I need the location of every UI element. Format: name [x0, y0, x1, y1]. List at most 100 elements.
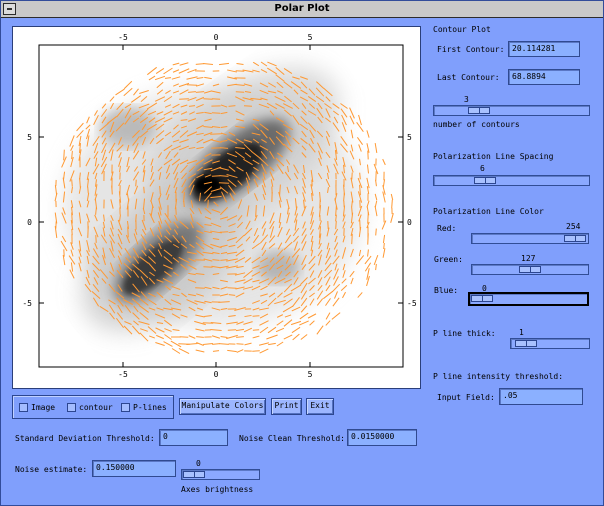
polarization-vector — [69, 135, 75, 147]
intensity-threshold-header: P line intensity threshold: — [433, 372, 564, 381]
first-contour-field[interactable]: 20.114281 — [508, 41, 580, 57]
intensity-threshold-input[interactable]: .05 — [499, 388, 583, 405]
red-slider[interactable] — [471, 233, 589, 244]
polarization-vector — [87, 186, 89, 194]
polarization-vector — [63, 149, 65, 161]
line-spacing-header: Polarization Line Spacing — [433, 152, 554, 161]
line-thick-slider[interactable] — [510, 338, 590, 349]
polarization-vector — [204, 76, 212, 80]
y-tick-label-left: 5 — [27, 133, 32, 142]
exit-button[interactable]: Exit — [306, 398, 334, 415]
polarization-vector — [155, 342, 165, 346]
slider-thumb[interactable] — [183, 471, 205, 478]
polarization-vector — [322, 290, 334, 300]
polarization-vector — [309, 298, 315, 306]
polarization-vector — [366, 130, 370, 138]
polarization-vector — [341, 278, 347, 284]
noise-clean-field[interactable]: 0.0150000 — [347, 429, 417, 446]
contour-plot-header: Contour Plot — [433, 25, 491, 34]
polarization-vector — [235, 328, 245, 332]
slider-thumb[interactable] — [467, 107, 490, 114]
polarization-vector — [325, 312, 331, 320]
polarization-vector — [94, 110, 98, 116]
first-contour-label: First Contour: — [437, 45, 505, 54]
polarization-vector — [188, 335, 196, 339]
polarization-vector — [127, 226, 129, 238]
polarization-vector — [266, 334, 278, 340]
slider-thumb[interactable] — [474, 177, 497, 184]
polarization-vector — [86, 116, 90, 124]
polarization-vector — [227, 69, 237, 73]
noise-estimate-field[interactable]: 0.150000 — [92, 460, 176, 477]
axes-brightness-label: Axes brightness — [181, 485, 254, 494]
slider-thumb[interactable] — [519, 266, 541, 273]
polarization-vector — [203, 343, 213, 345]
polarization-vector — [382, 234, 386, 244]
polarization-vector — [133, 88, 139, 96]
polarization-vector — [258, 342, 270, 346]
polarization-vector — [110, 102, 114, 110]
polarization-vector — [78, 262, 82, 272]
polarization-vector — [367, 249, 369, 257]
image-checkbox[interactable] — [19, 403, 28, 412]
axes-brightness-slider[interactable] — [181, 469, 260, 480]
plines-checkbox[interactable] — [121, 403, 130, 412]
polarization-vector — [236, 349, 244, 353]
polarization-vector — [236, 62, 244, 66]
polarization-vector — [156, 334, 164, 340]
green-slider[interactable] — [471, 264, 589, 275]
polarization-vector — [252, 350, 260, 352]
polarization-vector — [196, 76, 204, 80]
polarization-vector — [101, 103, 107, 109]
blue-slider[interactable] — [468, 292, 589, 306]
polarization-vector — [316, 298, 324, 306]
polarization-vector — [350, 129, 354, 139]
polarization-vector — [309, 320, 315, 326]
manipulate-colors-button[interactable]: Manipulate Colors — [179, 398, 266, 415]
polarization-vector — [211, 335, 221, 339]
blue-label: Blue: — [434, 286, 459, 295]
polarization-vector — [356, 137, 364, 145]
x-tick-label-top: 0 — [214, 33, 219, 42]
polarization-vector — [196, 336, 204, 338]
slider-thumb[interactable] — [564, 235, 587, 242]
line-spacing-slider[interactable] — [433, 175, 590, 186]
line-color-header: Polarization Line Color — [433, 207, 544, 216]
polarization-vector — [284, 314, 292, 318]
polarization-vector — [155, 327, 165, 333]
polarization-vector — [259, 348, 269, 354]
slider-thumb[interactable] — [514, 340, 537, 347]
last-contour-field[interactable]: 68.8894 — [508, 69, 580, 85]
polarization-vector — [171, 348, 181, 354]
polarization-vector — [243, 327, 253, 333]
std-dev-label: Standard Deviation Threshold: — [15, 434, 155, 443]
polarization-vector — [300, 334, 308, 340]
polarization-vector — [148, 75, 156, 81]
polarization-vector — [367, 233, 369, 245]
polarization-vector — [349, 270, 355, 278]
polarization-vector — [316, 325, 324, 335]
polarization-vector — [342, 270, 346, 278]
contour-checkbox[interactable] — [67, 403, 76, 412]
polarization-vector — [220, 335, 228, 339]
polarization-vector — [252, 329, 260, 331]
polarization-vector — [252, 335, 260, 339]
polarization-vector — [276, 320, 284, 326]
polarization-vector — [325, 284, 331, 292]
polarization-vector — [212, 350, 220, 352]
polarization-vector — [275, 327, 285, 333]
y-tick-label-right: 0 — [407, 218, 412, 227]
std-dev-field[interactable]: 0 — [159, 429, 228, 446]
polarization-vector — [70, 145, 74, 151]
polarization-vector — [351, 200, 353, 208]
polarization-vector — [259, 320, 269, 326]
slider-thumb[interactable] — [471, 295, 493, 302]
contour-count-slider[interactable] — [433, 105, 590, 116]
y-tick-label-left: 0 — [27, 218, 32, 227]
polarization-vector — [71, 150, 73, 160]
polarization-vector — [172, 62, 180, 66]
polarization-vector — [390, 193, 394, 201]
print-button[interactable]: Print — [271, 398, 302, 415]
polarization-vector — [203, 63, 213, 65]
polarization-vector — [147, 326, 157, 334]
